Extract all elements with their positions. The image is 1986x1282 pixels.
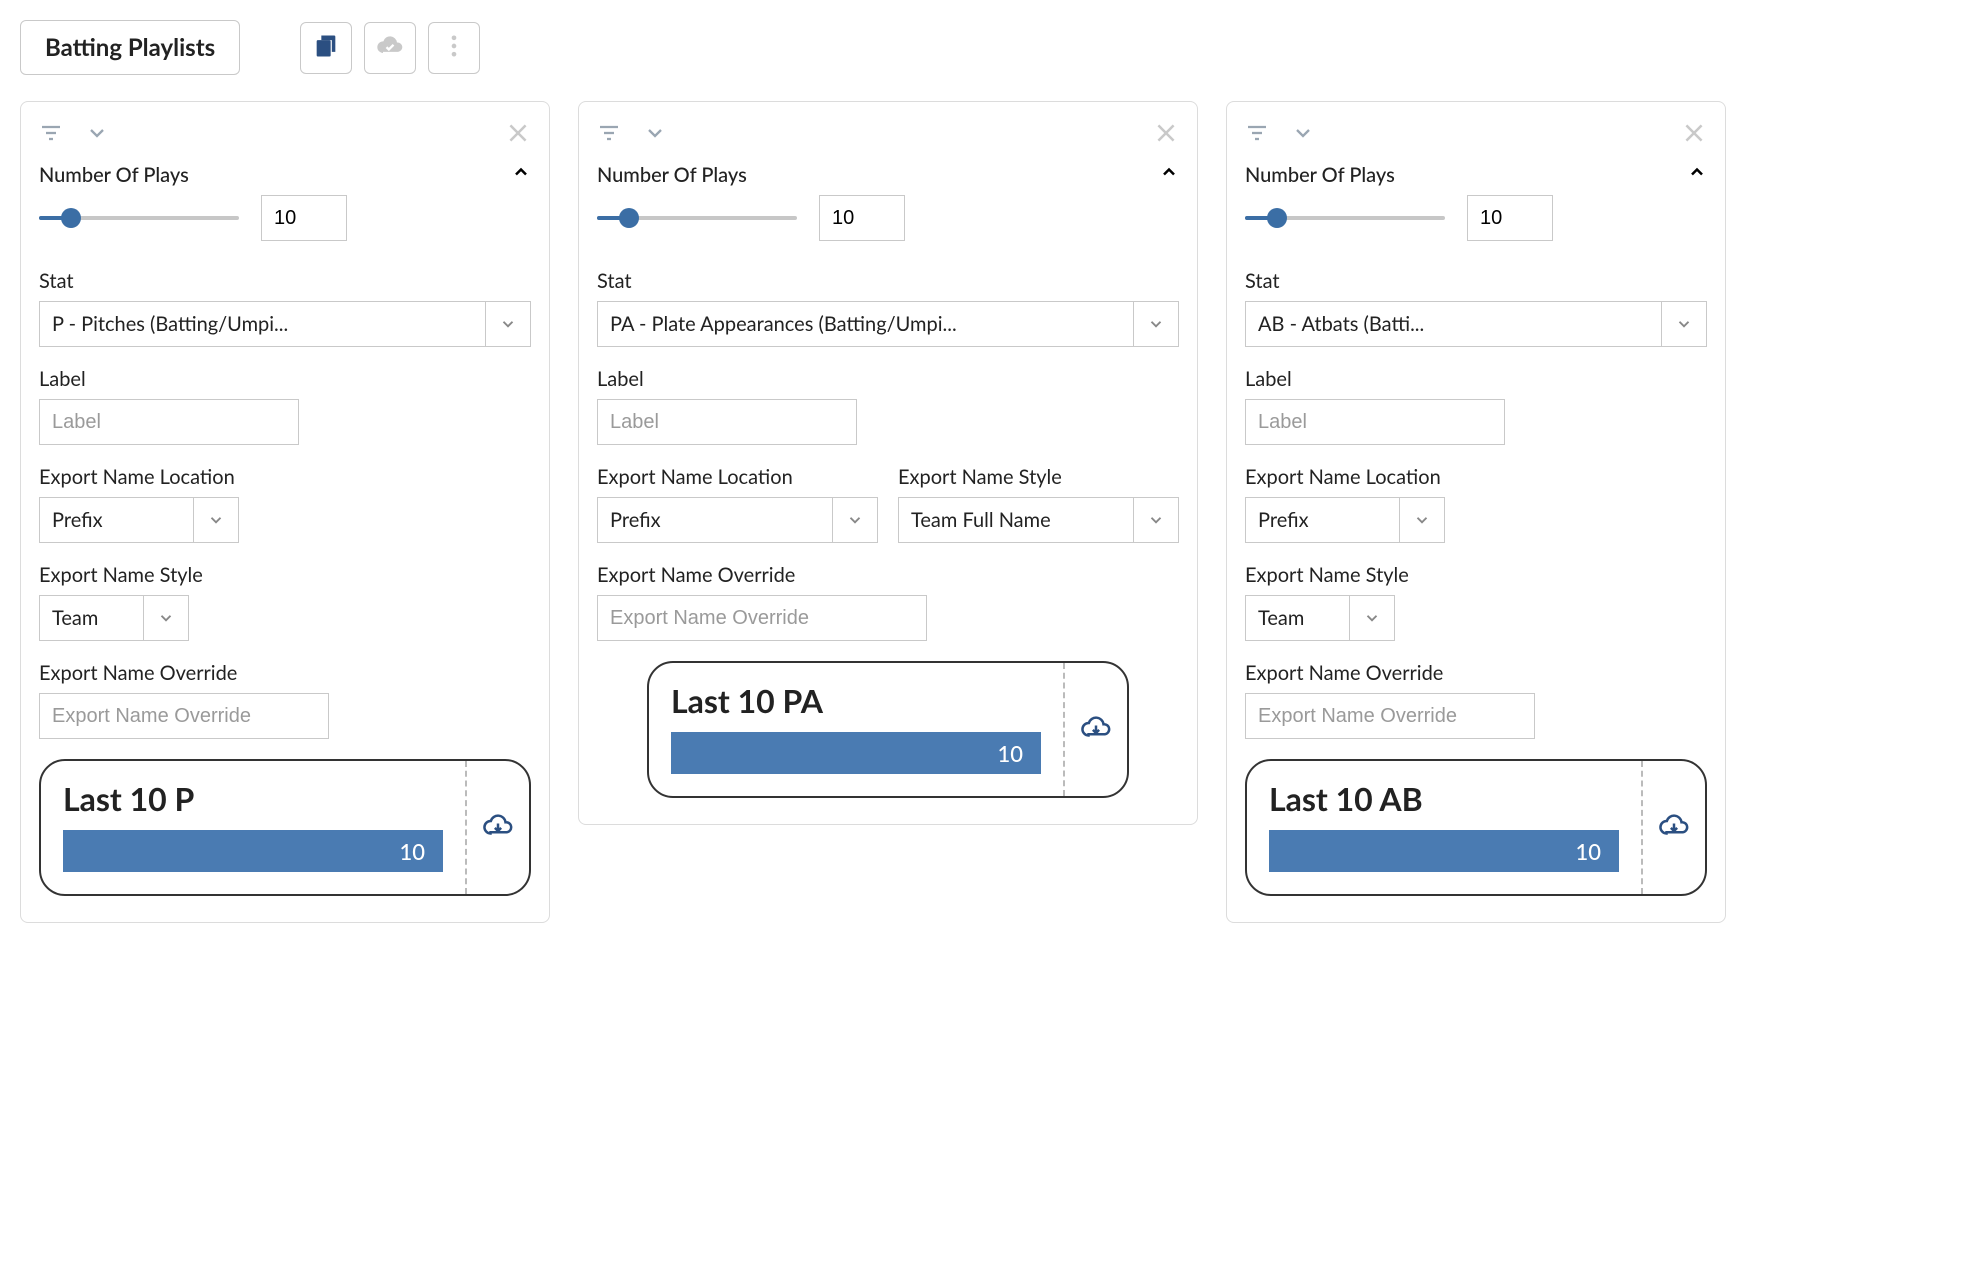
eno-input[interactable] [597,595,927,641]
download-button[interactable] [1641,761,1705,894]
preview-tile: Last 10 AB 10 [1245,759,1707,896]
chevron-down-icon[interactable] [643,121,667,149]
plays-input[interactable] [261,195,347,241]
close-icon[interactable] [1153,120,1179,150]
label-input[interactable] [597,399,857,445]
preview-title: Last 10 AB [1269,779,1619,818]
eno-input[interactable] [39,693,329,739]
label-input[interactable] [1245,399,1505,445]
collapse-icon[interactable] [511,162,531,187]
label-label: Label [597,367,1179,391]
playlist-card: Number Of Plays Stat P - Pitches (Battin… [20,101,550,923]
ens-select[interactable]: Team [1245,595,1395,641]
label-label: Label [1245,367,1707,391]
preview-title: Last 10 P [63,779,443,818]
preview-bar: 10 [1269,830,1619,872]
ens-select[interactable]: Team Full Name [898,497,1179,543]
close-icon[interactable] [505,120,531,150]
filter-icon[interactable] [597,121,621,149]
plays-slider[interactable] [1245,208,1445,228]
stat-select[interactable]: PA - Plate Appearances (Batting/Umpi... [597,301,1179,347]
eno-heading: Export Name Override [1245,661,1707,685]
enl-select[interactable]: Prefix [39,497,239,543]
enl-select[interactable]: Prefix [1245,497,1445,543]
filter-icon[interactable] [1245,121,1269,149]
playlist-card: Number Of Plays Stat PA - Plate Appearan… [578,101,1198,825]
stat-select[interactable]: P - Pitches (Batting/Umpi... [39,301,531,347]
ens-heading: Export Name Style [898,465,1179,489]
more-button[interactable] [428,22,480,74]
plays-input[interactable] [1467,195,1553,241]
plays-input[interactable] [819,195,905,241]
plays-label: Number Of Plays [597,163,747,187]
chevron-down-icon[interactable] [1291,121,1315,149]
enl-select[interactable]: Prefix [597,497,878,543]
cloud-download-icon [1659,811,1689,845]
label-label: Label [39,367,531,391]
page-title: Batting Playlists [20,20,240,75]
filter-icon[interactable] [39,121,63,149]
eno-input[interactable] [1245,693,1535,739]
stat-label: Stat [1245,269,1707,293]
plays-slider[interactable] [597,208,797,228]
plays-label: Number Of Plays [1245,163,1395,187]
more-vertical-icon [440,32,468,64]
enl-heading: Export Name Location [39,465,531,489]
copy-icon [312,32,340,64]
download-button[interactable] [465,761,529,894]
duplicate-button[interactable] [300,22,352,74]
stat-label: Stat [39,269,531,293]
playlist-card: Number Of Plays Stat AB - Atbats (Batti.… [1226,101,1726,923]
label-input[interactable] [39,399,299,445]
enl-heading: Export Name Location [597,465,878,489]
close-icon[interactable] [1681,120,1707,150]
ens-select[interactable]: Team [39,595,189,641]
download-button[interactable] [1063,663,1127,796]
plays-label: Number Of Plays [39,163,189,187]
preview-tile: Last 10 P 10 [39,759,531,896]
chevron-down-icon[interactable] [85,121,109,149]
preview-bar: 10 [671,732,1041,774]
cloud-download-icon [483,811,513,845]
preview-title: Last 10 PA [671,681,1041,720]
cloud-sync-button[interactable] [364,22,416,74]
preview-tile: Last 10 PA 10 [647,661,1129,798]
enl-heading: Export Name Location [1245,465,1707,489]
eno-heading: Export Name Override [597,563,1179,587]
collapse-icon[interactable] [1687,162,1707,187]
preview-bar: 10 [63,830,443,872]
plays-slider[interactable] [39,208,239,228]
eno-heading: Export Name Override [39,661,531,685]
stat-select[interactable]: AB - Atbats (Batti... [1245,301,1707,347]
ens-heading: Export Name Style [39,563,531,587]
stat-label: Stat [597,269,1179,293]
collapse-icon[interactable] [1159,162,1179,187]
cloud-download-icon [1081,713,1111,747]
ens-heading: Export Name Style [1245,563,1707,587]
cloud-check-icon [376,32,404,64]
